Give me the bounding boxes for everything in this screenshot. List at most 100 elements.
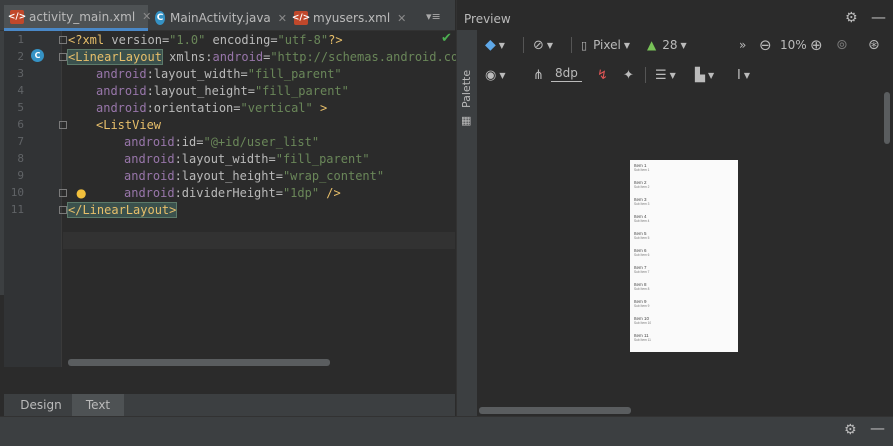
preview-pane: Preview ⚙ — Palette ▦ ◆ ▼ ⊘ ▼ ▯ Pixel ▼ ▲ 28 ▼… <box>456 0 893 416</box>
default-margin-field[interactable]: 8dp <box>551 64 582 82</box>
rotate-icon: ⊘ <box>533 37 544 53</box>
minimize-icon[interactable]: — <box>870 419 885 437</box>
code-line-10: android:dividerHeight="1dp" /> <box>124 186 341 200</box>
code-editor[interactable]: <?xml version="1.0" encoding="utf-8"?> <… <box>63 31 473 367</box>
list-item: Item 7 Sub Item 7 <box>634 265 650 274</box>
line-number: 6 <box>17 118 24 131</box>
tab-label: activity_main.xml <box>29 9 136 24</box>
chevron-down-icon: ▼ <box>708 70 715 80</box>
code-line-11: </LinearLayout> <box>66 202 178 218</box>
editor-horizontal-scrollbar[interactable] <box>68 359 330 366</box>
device-dropdown[interactable]: ▯ Pixel ▼ <box>581 34 630 56</box>
eye-icon: ◉ <box>485 67 497 83</box>
line-number: 11 <box>10 203 24 216</box>
zoom-to-fit-icon[interactable]: ⊚ <box>836 34 848 56</box>
list-item: Item 5 Sub Item 5 <box>634 231 650 240</box>
code-line-2: <LinearLayout xmlns:android="http://sche… <box>67 49 473 65</box>
device-label: Pixel <box>593 38 621 52</box>
tab-myusers-xml[interactable]: </> myusers.xml ✕ <box>288 5 406 31</box>
preview-toolbar-secondary: ◉ ▼ ⋔ 8dp ↯ ✦ ☰ ▼ ▙ ▼ Ι ▼ <box>477 64 893 88</box>
design-text-tab-bar: Design Text <box>4 394 455 416</box>
zoom-out-icon[interactable]: ⊖ <box>759 34 772 56</box>
api-level-dropdown[interactable]: ▲ 28 ▼ <box>647 34 687 56</box>
preview-title: Preview <box>464 12 511 26</box>
gear-icon[interactable]: ⚙ <box>845 10 858 26</box>
list-item: Item 2 Sub Item 2 <box>634 180 650 189</box>
guidelines-dropdown[interactable]: Ι ▼ <box>737 64 750 86</box>
pack-icon: ☰ <box>655 67 667 83</box>
chevron-down-icon: ▼ <box>680 40 687 50</box>
margin-label: 8dp <box>555 65 578 80</box>
code-line-5: android:orientation="vertical" > <box>96 101 328 115</box>
align-dropdown[interactable]: ▙ ▼ <box>695 64 714 86</box>
editor-pane: </> activity_main.xml ✕ C MainActivity.j… <box>0 0 473 416</box>
view-options-dropdown[interactable]: ◉ ▼ <box>485 64 506 86</box>
tab-label: myusers.xml <box>313 11 391 25</box>
xml-file-icon: </> <box>291 11 311 25</box>
preview-toolbar-primary: ◆ ▼ ⊘ ▼ ▯ Pixel ▼ ▲ 28 ▼ » ⊖ 10% ⊕ ⊚ ⊛ <box>477 34 893 58</box>
phone-icon: ▯ <box>581 38 588 52</box>
layers-dropdown[interactable]: ◆ ▼ <box>485 34 505 56</box>
overflow-icon[interactable]: » <box>739 34 746 56</box>
tab-design[interactable]: Design <box>13 394 69 416</box>
code-line-6: <ListView <box>96 118 162 132</box>
infer-constraints-icon[interactable]: ✦ <box>623 64 634 86</box>
list-item: Item 8 Sub Item 8 <box>634 282 650 291</box>
bottom-tool-window-bar: ⚙ — <box>0 416 893 446</box>
align-icon: ▙ <box>695 67 705 83</box>
minimize-icon[interactable]: — <box>871 8 886 26</box>
orientation-dropdown[interactable]: ⊘ ▼ <box>533 34 553 56</box>
list-item: Item 6 Sub Item 6 <box>634 248 650 257</box>
zoom-actual-icon[interactable]: ⊛ <box>868 34 880 56</box>
code-line-4: android:layout_height="fill_parent" <box>96 84 349 98</box>
code-line-7: android:id="@+id/user_list" <box>124 135 320 149</box>
layers-icon: ◆ <box>485 37 496 53</box>
line-number: 3 <box>17 67 24 80</box>
list-item: Item 3 Sub Item 3 <box>634 197 650 206</box>
chevron-down-icon: ▼ <box>546 40 554 50</box>
zoom-in-icon[interactable]: ⊕ <box>810 34 823 56</box>
device-preview-screen[interactable]: Item 1 Sub Item 1 Item 2 Sub Item 2 Item 3… <box>630 160 738 352</box>
java-class-link-icon[interactable]: C <box>31 49 44 62</box>
editor-tab-bar: </> activity_main.xml ✕ C MainActivity.j… <box>0 0 455 31</box>
preview-horizontal-scrollbar[interactable] <box>479 407 631 414</box>
line-number: 10 <box>10 186 24 199</box>
chevron-down-icon: ▼ <box>669 70 676 80</box>
pack-dropdown[interactable]: ☰ ▼ <box>655 64 676 86</box>
palette-tab[interactable]: Palette <box>460 70 473 108</box>
palette-icon[interactable]: ▦ <box>461 114 471 127</box>
close-icon[interactable]: ✕ <box>278 12 287 25</box>
line-number: 9 <box>17 169 24 182</box>
line-number: 4 <box>17 84 24 97</box>
tab-activity-main-xml[interactable]: </> activity_main.xml ✕ <box>4 5 151 31</box>
preview-vertical-scrollbar[interactable] <box>884 92 890 144</box>
gear-icon[interactable]: ⚙ <box>844 422 857 438</box>
autoconnect-toggle[interactable]: ⋔ <box>533 64 544 86</box>
tab-list-menu-icon[interactable]: ▾≡ <box>426 10 441 23</box>
tab-text[interactable]: Text <box>72 394 124 416</box>
code-line-3: android:layout_width="fill_parent" <box>96 67 342 81</box>
code-line-1: <?xml version="1.0" encoding="utf-8"?> <box>68 33 343 47</box>
magnet-icon: ⋔ <box>533 67 544 83</box>
toolbar-divider <box>571 37 572 53</box>
tab-mainactivity-java[interactable]: C MainActivity.java ✕ <box>149 5 287 31</box>
list-item: Item 1 Sub Item 1 <box>634 163 650 172</box>
code-line-8: android:layout_width="fill_parent" <box>124 152 370 166</box>
android-icon: ▲ <box>647 38 657 52</box>
api-level-label: 28 <box>662 38 678 52</box>
line-number: 8 <box>17 152 24 165</box>
chevron-down-icon: ▼ <box>743 70 750 80</box>
xml-file-icon: </> <box>7 9 27 24</box>
list-item: Item 4 Sub Item 4 <box>634 214 650 223</box>
java-class-icon: C <box>155 11 165 25</box>
editor-bottom-area <box>4 367 455 394</box>
list-item: Item 10 Sub Item 10 <box>634 316 652 325</box>
guideline-icon: Ι <box>737 67 741 83</box>
inspection-ok-icon[interactable]: ✔ <box>441 31 452 46</box>
line-number: 7 <box>17 135 24 148</box>
palette-sidebar: Palette ▦ <box>457 30 477 416</box>
chevron-down-icon: ▼ <box>499 70 506 80</box>
close-icon[interactable]: ✕ <box>397 12 406 25</box>
zoom-level: 10% <box>780 38 807 52</box>
clear-constraints-icon[interactable]: ↯ <box>597 64 608 86</box>
